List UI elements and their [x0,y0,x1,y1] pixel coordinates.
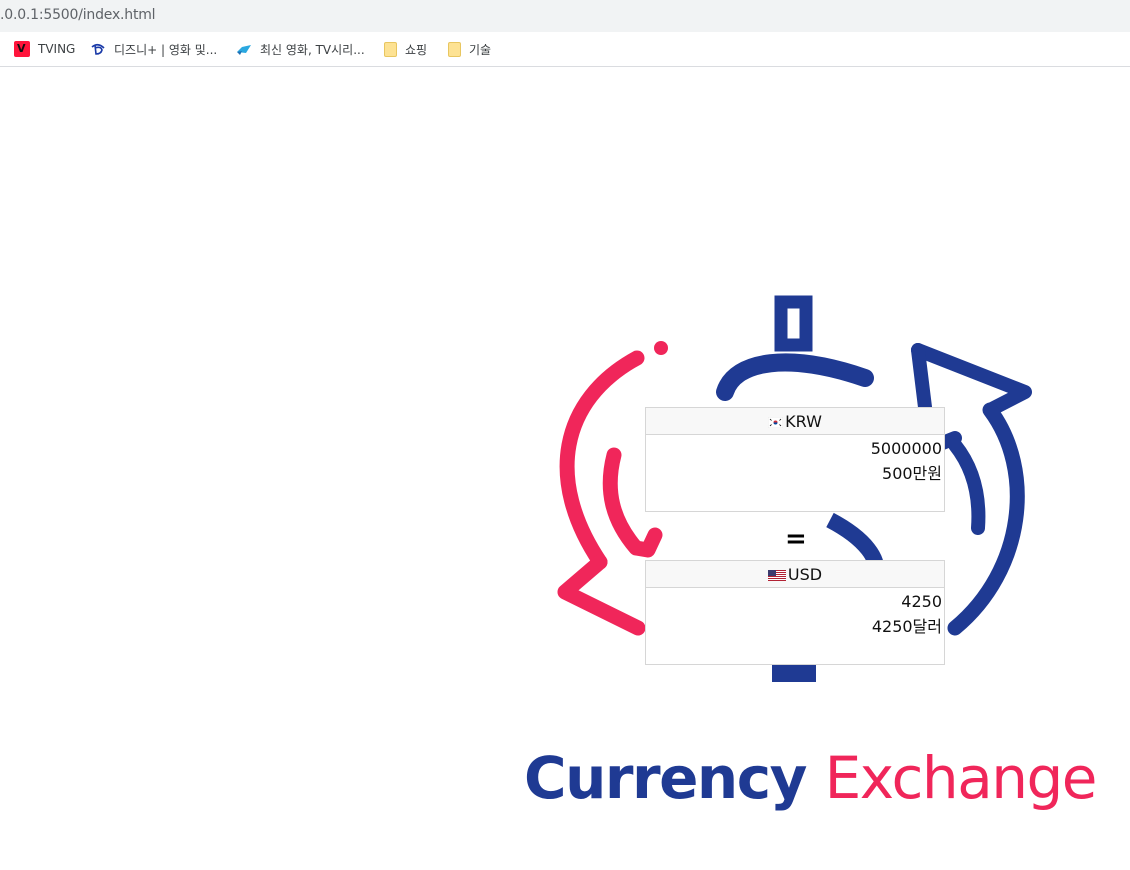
to-currency-select[interactable]: USD [646,561,944,588]
from-amount-formatted: 500만원 [882,464,942,483]
disney-plus-icon [90,41,106,57]
fish-icon [236,41,252,57]
us-flag-icon [767,562,786,589]
equals-sign: = [785,524,807,554]
folder-icon [384,41,397,57]
brand-word-currency: Currency [524,744,807,812]
to-currency-code: USD [787,565,823,584]
to-amount-output[interactable]: 4250 [646,589,944,614]
from-currency-select[interactable]: KRW [646,408,944,435]
brand-word-exchange: Exchange [824,744,1098,812]
bookmark-folder-shopping[interactable]: 쇼핑 [384,40,427,58]
bookmark-folder-tech[interactable]: 기술 [448,40,491,58]
bookmarks-bar: TVING 디즈니+ | 영화 및... 최신 영화, TV시리... 쇼핑 기… [0,32,1130,67]
url-text[interactable]: .0.0.1:5500/index.html [0,7,156,23]
bookmark-tving[interactable]: TVING [14,40,75,58]
bookmark-label: 디즈니+ | 영화 및... [114,42,218,57]
bookmark-label: 쇼핑 [405,42,428,57]
tving-icon [14,41,30,57]
from-amount-input[interactable]: 5000000 [646,436,944,461]
bookmark-label: 기술 [469,42,492,57]
kr-flag-icon [767,409,784,436]
bookmark-movies[interactable]: 최신 영화, TV시리... [236,40,365,58]
to-amount-formatted: 4250달러 [871,617,942,636]
bookmark-label: TVING [38,42,76,56]
from-currency-code: KRW [785,412,822,431]
address-bar[interactable]: .0.0.1:5500/index.html [0,0,1130,32]
to-currency-box[interactable]: USD 4250 4250달러 [645,560,945,665]
bookmark-disney-plus[interactable]: 디즈니+ | 영화 및... [90,40,217,58]
from-currency-box[interactable]: KRW 5000000 500만원 [645,407,945,512]
brand-wordmark: Currency Exchange [524,744,1098,812]
folder-icon [448,41,461,57]
bookmark-label: 최신 영화, TV시리... [260,42,365,57]
